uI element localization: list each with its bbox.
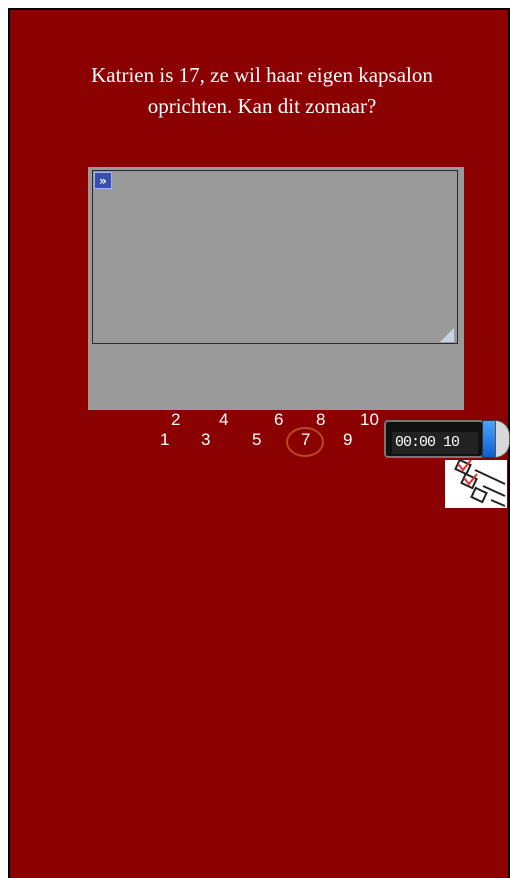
checklist-graphic xyxy=(454,458,506,507)
question-text: Katrien is 17, ze wil haar eigen kapsalo… xyxy=(34,60,490,122)
nav-item-8[interactable]: 8 xyxy=(316,410,325,430)
timer-body: 00:00 10 xyxy=(384,420,484,458)
timer-cap xyxy=(495,420,510,458)
resize-handle-icon[interactable] xyxy=(440,328,454,342)
timer-display: 00:00 10 xyxy=(392,432,478,454)
answer-panel: » xyxy=(88,167,464,410)
checklist-icon[interactable] xyxy=(445,458,507,508)
question-line-2: oprichten. Kan dit zomaar? xyxy=(147,94,377,118)
answer-textarea[interactable] xyxy=(92,170,458,344)
stopwatch-timer: 00:00 10 xyxy=(384,420,510,458)
nav-item-2[interactable]: 2 xyxy=(171,410,180,430)
slide-background: Katrien is 17, ze wil haar eigen kapsalo… xyxy=(8,8,510,878)
nav-item-5[interactable]: 5 xyxy=(252,430,261,450)
timer-start-button[interactable] xyxy=(482,420,496,458)
nav-item-9[interactable]: 9 xyxy=(343,430,352,450)
nav-item-7[interactable]: 7 xyxy=(301,430,310,450)
nav-item-4[interactable]: 4 xyxy=(219,410,228,430)
expand-icon[interactable]: » xyxy=(94,172,112,189)
nav-item-10[interactable]: 10 xyxy=(360,410,379,430)
question-line-1: Katrien is 17, ze wil haar eigen kapsalo… xyxy=(91,63,433,87)
nav-item-6[interactable]: 6 xyxy=(274,410,283,430)
nav-item-3[interactable]: 3 xyxy=(201,430,210,450)
nav-item-1[interactable]: 1 xyxy=(160,430,169,450)
